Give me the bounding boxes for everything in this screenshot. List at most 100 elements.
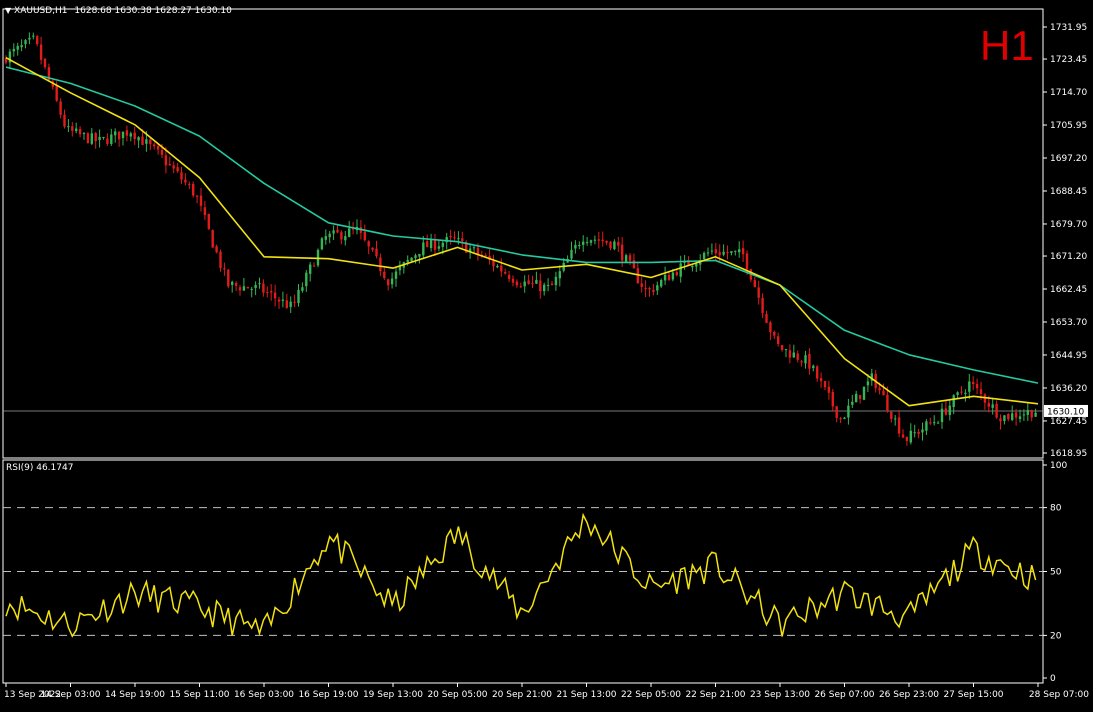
candle-body bbox=[695, 263, 698, 267]
candle-body bbox=[554, 276, 558, 286]
axes-layer: 1731.95 1723.45 1714.70 1705.95 1697.20 1688.… bbox=[4, 23, 1089, 700]
candle-body bbox=[972, 381, 975, 384]
candle-body bbox=[172, 165, 175, 169]
candle-body bbox=[515, 281, 519, 286]
candle-body bbox=[964, 392, 967, 394]
candle-body bbox=[406, 259, 409, 263]
candles-layer bbox=[4, 32, 1037, 446]
candle-body bbox=[995, 403, 998, 418]
price-tick-label: 1627.45 bbox=[1050, 417, 1087, 427]
candle-body bbox=[106, 138, 109, 144]
symbol-header: ▼ XAUUSD,H1 1628.68 1630.38 1628.27 1630… bbox=[5, 6, 232, 16]
candle-body bbox=[457, 238, 460, 240]
candle-body bbox=[39, 44, 43, 60]
candle-body bbox=[851, 401, 854, 405]
candle-body bbox=[652, 289, 655, 292]
candle-body bbox=[882, 390, 885, 396]
candle-body bbox=[734, 250, 737, 252]
candle-body bbox=[429, 239, 433, 249]
candle-body bbox=[550, 283, 554, 286]
candle-body bbox=[387, 279, 390, 286]
candle-body bbox=[621, 244, 624, 261]
candle-body bbox=[285, 300, 288, 308]
candle-body bbox=[78, 128, 82, 135]
candle-body bbox=[43, 58, 47, 68]
chart-canvas[interactable]: 1731.95 1723.45 1714.70 1705.95 1697.20 1688.… bbox=[0, 0, 1093, 708]
candle-body bbox=[543, 284, 546, 292]
candle-body bbox=[1034, 412, 1037, 417]
candle-body bbox=[184, 179, 187, 183]
rsi-label: RSI(9) 46.1747 bbox=[6, 463, 74, 473]
time-tick-label: 16 Sep 03:00 bbox=[234, 690, 294, 700]
candle-body bbox=[363, 231, 366, 241]
candle-body bbox=[511, 278, 515, 283]
candle-body bbox=[648, 288, 651, 290]
candle-body bbox=[340, 232, 343, 240]
ma-fast-line bbox=[5, 56, 1039, 407]
candle-body bbox=[414, 255, 417, 259]
candle-body bbox=[539, 280, 542, 292]
candle-body bbox=[410, 257, 413, 262]
time-tick-label: 14 Sep 03:00 bbox=[40, 690, 100, 700]
candle-body bbox=[277, 299, 281, 302]
candle-body bbox=[675, 272, 678, 276]
candle-body bbox=[55, 85, 58, 101]
candle-body bbox=[819, 378, 823, 382]
candle-body bbox=[975, 383, 979, 389]
candle-body bbox=[1022, 414, 1026, 416]
candle-body bbox=[925, 421, 928, 431]
candle-body bbox=[812, 365, 815, 369]
candle-body bbox=[289, 301, 292, 308]
candle-body bbox=[589, 240, 593, 243]
candle-body bbox=[644, 287, 647, 289]
candle-body bbox=[250, 288, 253, 290]
candle-body bbox=[137, 137, 140, 141]
candle-body bbox=[270, 291, 273, 293]
candle-body bbox=[231, 281, 234, 285]
candle-body bbox=[660, 279, 663, 287]
rsi-tick-label: 20 bbox=[1050, 631, 1062, 641]
candle-body bbox=[702, 252, 706, 260]
candle-body bbox=[656, 285, 659, 291]
time-tick-label: 26 Sep 23:00 bbox=[879, 690, 939, 700]
chart-window[interactable]: 1731.95 1723.45 1714.70 1705.95 1697.20 1688.… bbox=[0, 0, 1093, 708]
candle-body bbox=[956, 392, 959, 395]
candle-body bbox=[461, 238, 464, 242]
candle-body bbox=[418, 253, 421, 257]
candle-body bbox=[102, 137, 105, 139]
candle-body bbox=[823, 381, 827, 388]
candle-body bbox=[960, 391, 963, 393]
candle-body bbox=[944, 408, 948, 415]
price-tick-label: 1688.45 bbox=[1050, 187, 1087, 197]
price-tick-label: 1662.45 bbox=[1050, 285, 1087, 295]
candle-body bbox=[632, 260, 636, 269]
candle-body bbox=[582, 241, 585, 245]
price-tick-label: 1618.95 bbox=[1050, 449, 1087, 459]
candle-body bbox=[28, 37, 31, 40]
candle-body bbox=[714, 249, 717, 254]
candle-body bbox=[367, 241, 370, 247]
candle-body bbox=[98, 136, 101, 141]
candle-body bbox=[156, 145, 160, 150]
candle-body bbox=[281, 299, 285, 301]
candle-body bbox=[437, 246, 441, 249]
candle-body bbox=[718, 251, 721, 256]
candle-body bbox=[422, 242, 425, 256]
candle-body bbox=[153, 144, 156, 147]
candle-body bbox=[897, 417, 901, 434]
candle-body bbox=[804, 355, 807, 364]
candle-body bbox=[929, 422, 932, 424]
candle-body bbox=[843, 417, 846, 419]
candle-body bbox=[769, 322, 772, 333]
rsi-tick-label: 50 bbox=[1050, 568, 1062, 578]
candle-body bbox=[991, 404, 994, 408]
chevron-down-icon[interactable]: ▼ bbox=[5, 6, 11, 15]
candle-body bbox=[999, 418, 1002, 422]
candle-body bbox=[426, 241, 429, 248]
candle-body bbox=[921, 429, 924, 433]
candle-body bbox=[301, 287, 304, 291]
candle-body bbox=[59, 101, 62, 115]
time-tick-label: 19 Sep 13:00 bbox=[363, 690, 423, 700]
price-tick-label: 1653.70 bbox=[1050, 318, 1087, 328]
candle-body bbox=[952, 395, 955, 408]
